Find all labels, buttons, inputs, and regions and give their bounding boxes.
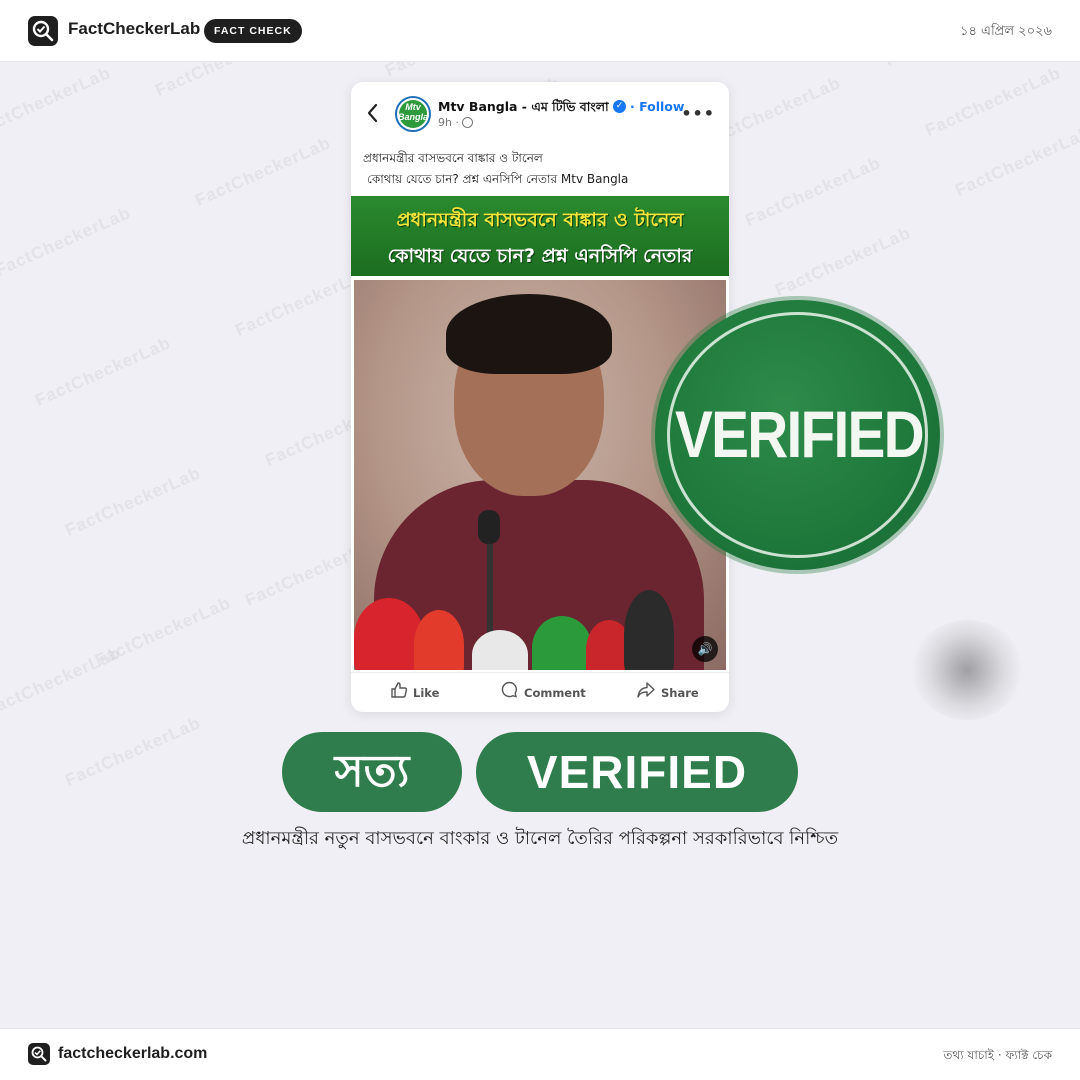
fact-check-badge: FACT CHECK: [204, 19, 302, 43]
more-icon[interactable]: •••: [681, 104, 715, 123]
publish-date: ১৪ এপ্রিল ২০২৬: [960, 24, 1052, 39]
watermark-text: FactCheckerLab: [772, 223, 914, 300]
banner-line-2: কোথায় যেতে চান? প্রশ্ন এনসিপি নেতার: [387, 245, 693, 267]
avatar-logo-text: Mtv Bangla: [397, 102, 428, 122]
footer-tagline: তথ্য যাচাই · ফ্যাক্ট চেক: [943, 1048, 1052, 1062]
microphone: [624, 590, 674, 670]
globe-icon: [462, 117, 473, 128]
watermark-text: FactCheckerLab: [922, 63, 1064, 140]
header-bar: FactCheckerLab FACT CHECK ১৪ এপ্রিল ২০২৬: [0, 0, 1080, 62]
watermark-text: FactCheckerLab: [952, 123, 1080, 200]
post-time[interactable]: 9h ·: [438, 116, 459, 129]
watermark-text: FactCheckerLab: [882, 62, 1024, 71]
share-icon: [637, 674, 655, 713]
page-name[interactable]: Mtv Bangla - এম টিভি বাংলা: [438, 99, 609, 119]
post-actions-bar: Like Comment Share: [351, 672, 729, 712]
share-button[interactable]: Share: [637, 673, 699, 712]
blurred-decoration: [912, 620, 1022, 720]
footer-domain[interactable]: factcheckerlab.com: [58, 1045, 207, 1063]
microphone: [478, 510, 500, 544]
banner-line-1: প্রধানমন্ত্রীর বাসভবনে বাঙ্কার ও টানেল: [396, 209, 684, 231]
like-label: Like: [413, 686, 440, 700]
watermark-text: FactCheckerLab: [382, 62, 524, 81]
watermark-text: FactCheckerLab: [0, 63, 114, 140]
watermark-text: FactCheckerLab: [32, 333, 174, 410]
sound-icon[interactable]: 🔊: [692, 636, 718, 662]
watermark-text: FactCheckerLab: [742, 153, 884, 230]
share-label: Share: [661, 686, 699, 700]
watermark-text: FactCheckerLab: [62, 463, 204, 540]
footer-bar: factcheckerlab.com তথ্য যাচাই · ফ্যাক্ট …: [0, 1028, 1080, 1080]
verified-stamp: VERIFIED: [655, 300, 940, 570]
back-icon[interactable]: [365, 102, 381, 124]
verified-badge-icon: ✓: [613, 100, 626, 113]
search-check-icon: [28, 16, 58, 46]
headline-banner: প্রধানমন্ত্রীর বাসভবনে বাঙ্কার ও টানেল ক…: [351, 196, 729, 276]
search-check-icon: [28, 1043, 50, 1065]
watermark-text: FactCheckerLab: [0, 203, 134, 280]
caption-line: প্রধানমন্ত্রীর বাসভবনে বাঙ্কার ও টানেল: [363, 151, 543, 165]
stamp-text: VERIFIED: [674, 397, 925, 471]
page-avatar[interactable]: Mtv Bangla: [395, 96, 431, 132]
watermark-text: FactCheckerLab: [0, 643, 124, 720]
claim-text: প্রধানমন্ত্রীর নতুন বাসভবনে বাংকার ও টান…: [241, 828, 839, 849]
post-caption: প্রধানমন্ত্রীর বাসভবনে বাঙ্কার ও টানেল ক…: [363, 148, 719, 190]
comment-button[interactable]: Comment: [501, 673, 586, 712]
comment-label: Comment: [524, 686, 586, 700]
verdict-pill-bangla: সত্য: [282, 732, 462, 812]
watermark-text: FactCheckerLab: [92, 593, 234, 670]
like-icon: [391, 674, 408, 713]
brand-name[interactable]: FactCheckerLab: [68, 19, 200, 39]
comment-icon: [501, 674, 518, 713]
follow-button[interactable]: · Follow: [630, 99, 684, 114]
like-button[interactable]: Like: [391, 673, 439, 712]
speaker-hair: [446, 294, 612, 374]
caption-line: কোথায় যেতে চান? প্রশ্ন এনসিপি নেতার Mtv…: [367, 172, 629, 186]
watermark-text: FactCheckerLab: [62, 713, 204, 790]
watermark-text: FactCheckerLab: [152, 62, 294, 101]
watermark-text: FactCheckerLab: [192, 133, 334, 210]
verdict-pill-english: VERIFIED: [476, 732, 798, 812]
